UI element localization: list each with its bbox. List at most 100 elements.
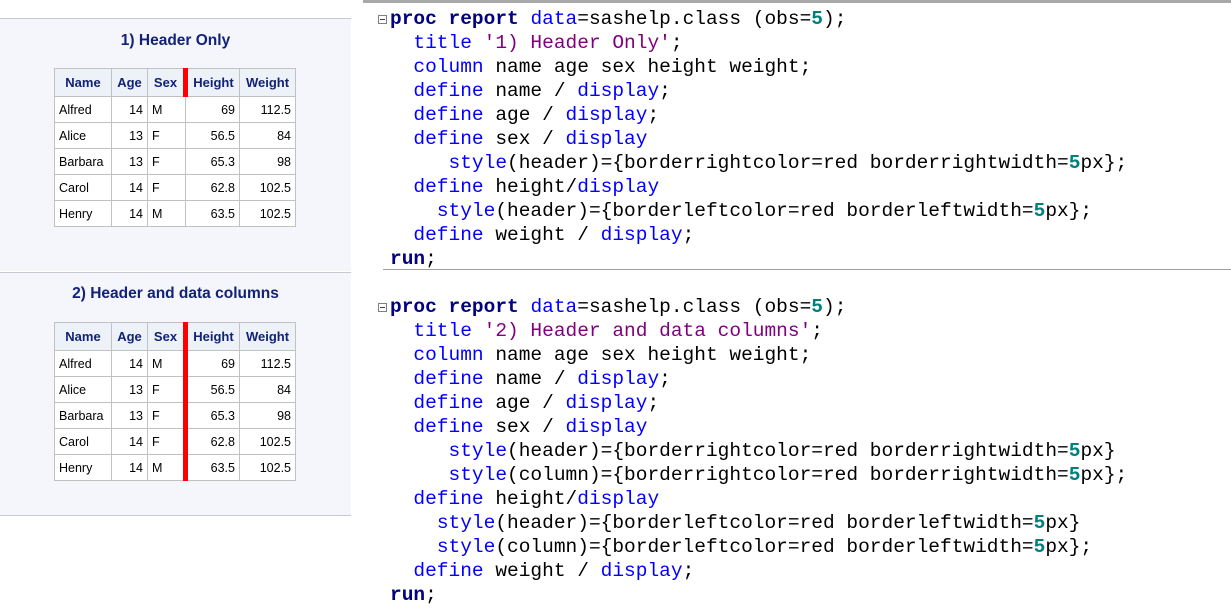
collapse-toggle-icon[interactable] xyxy=(378,15,387,24)
number-token: 5 xyxy=(811,8,823,30)
code-token: ); xyxy=(823,296,847,318)
column-header-name: Name xyxy=(54,322,112,351)
cell-name: Henry xyxy=(54,200,112,227)
cell-name: Carol xyxy=(54,174,112,201)
keyword-token: run xyxy=(390,248,426,270)
column-header-age: Age xyxy=(111,68,148,97)
cell-age: 14 xyxy=(111,174,148,201)
cell-height: 65.3 xyxy=(185,148,240,175)
table-row: Alice 13 F 56.5 84 xyxy=(54,376,296,403)
cell-height: 69 xyxy=(185,350,240,377)
code-token: ; xyxy=(682,560,695,582)
keyword-token: define xyxy=(413,224,484,246)
number-token: 5 xyxy=(1068,152,1081,174)
table-header-row: Name Age Sex Height Weight xyxy=(54,68,296,97)
keyword-token: display xyxy=(577,488,660,510)
cell-name: Henry xyxy=(54,454,112,481)
cell-weight: 102.5 xyxy=(239,454,296,481)
keyword-token: display xyxy=(565,104,648,126)
keyword-token: column xyxy=(413,56,484,78)
cell-name: Alfred xyxy=(54,96,112,123)
keyword-token: define xyxy=(413,560,484,582)
cell-sex: F xyxy=(147,122,186,149)
cell-name: Alfred xyxy=(54,350,112,377)
report-title: 1) Header Only xyxy=(120,32,231,49)
cell-weight: 98 xyxy=(239,402,296,429)
code-line: define sex / display xyxy=(390,415,647,439)
code-token: ; xyxy=(670,32,683,54)
code-token: px}; xyxy=(1080,152,1128,174)
code-line: proc report data=sashelp.class (obs=5); xyxy=(390,7,846,31)
code-token: (header)={borderleftcolor=red borderleft… xyxy=(495,200,1034,222)
cell-age: 13 xyxy=(111,376,148,403)
number-token: 5 xyxy=(1068,440,1081,462)
code-token: =sashelp.class (obs= xyxy=(577,8,812,30)
cell-sex: F xyxy=(147,174,186,201)
cell-weight: 102.5 xyxy=(239,174,296,201)
code-line: run; xyxy=(390,583,437,607)
keyword-token: display xyxy=(600,560,683,582)
code-token: ; xyxy=(659,80,671,102)
cell-sex: M xyxy=(147,350,188,377)
code-line: define weight / display; xyxy=(390,223,694,247)
code-line: style(header)={borderrightcolor=red bord… xyxy=(390,439,1116,463)
code-editor[interactable]: proc report data=sashelp.class (obs=5); … xyxy=(363,0,1231,607)
code-line: title '1) Header Only'; xyxy=(390,31,683,55)
keyword-token: run xyxy=(390,584,426,606)
keyword-token: style xyxy=(436,536,496,558)
cell-weight: 98 xyxy=(239,148,296,175)
code-line: define weight / display; xyxy=(390,559,694,583)
cell-weight: 102.5 xyxy=(239,200,296,227)
column-header-height: Height xyxy=(185,68,240,97)
keyword-token: proc report xyxy=(390,8,519,30)
cell-height: 56.5 xyxy=(185,122,240,149)
code-token: ; xyxy=(647,104,660,126)
keyword-token: define xyxy=(413,392,484,414)
code-line: proc report data=sashelp.class (obs=5); xyxy=(390,295,846,319)
code-token: ; xyxy=(425,248,437,270)
keyword-token: style xyxy=(436,512,496,534)
code-token: height/ xyxy=(483,488,578,510)
keyword-token: display xyxy=(565,416,648,438)
cell-height: 63.5 xyxy=(185,454,240,481)
number-token: 5 xyxy=(1033,200,1046,222)
keyword-token: style xyxy=(436,200,496,222)
code-token: (column)={borderleftcolor=red borderleft… xyxy=(495,536,1034,558)
string-token: '2) Header and data columns' xyxy=(483,320,812,342)
cell-age: 13 xyxy=(111,122,148,149)
cell-age: 14 xyxy=(111,428,148,455)
code-token: name age sex height weight; xyxy=(483,344,812,366)
cell-age: 13 xyxy=(111,148,148,175)
keyword-token: style xyxy=(448,152,508,174)
code-token: height/ xyxy=(483,176,578,198)
keyword-token: display xyxy=(577,80,660,102)
collapse-toggle-icon[interactable] xyxy=(378,303,387,312)
table-row: Alfred 14 M 69 112.5 xyxy=(54,350,296,377)
table-row: Carol 14 F 62.8 102.5 xyxy=(54,428,296,455)
code-token: ; xyxy=(647,392,660,414)
keyword-token: define xyxy=(413,176,484,198)
table-header-row: Name Age Sex Height Weight xyxy=(54,322,296,351)
code-line: style(header)={borderleftcolor=red borde… xyxy=(390,511,1081,535)
code-token: px}; xyxy=(1080,464,1128,486)
cell-weight: 84 xyxy=(239,376,296,403)
code-line: define sex / display xyxy=(390,127,647,151)
column-header-weight: Weight xyxy=(239,68,296,97)
code-token: name / xyxy=(483,80,578,102)
cell-sex: M xyxy=(147,200,186,227)
code-line: style(header)={borderleftcolor=red borde… xyxy=(390,199,1092,223)
column-header-height: Height xyxy=(185,322,240,351)
code-line: run; xyxy=(390,247,437,271)
